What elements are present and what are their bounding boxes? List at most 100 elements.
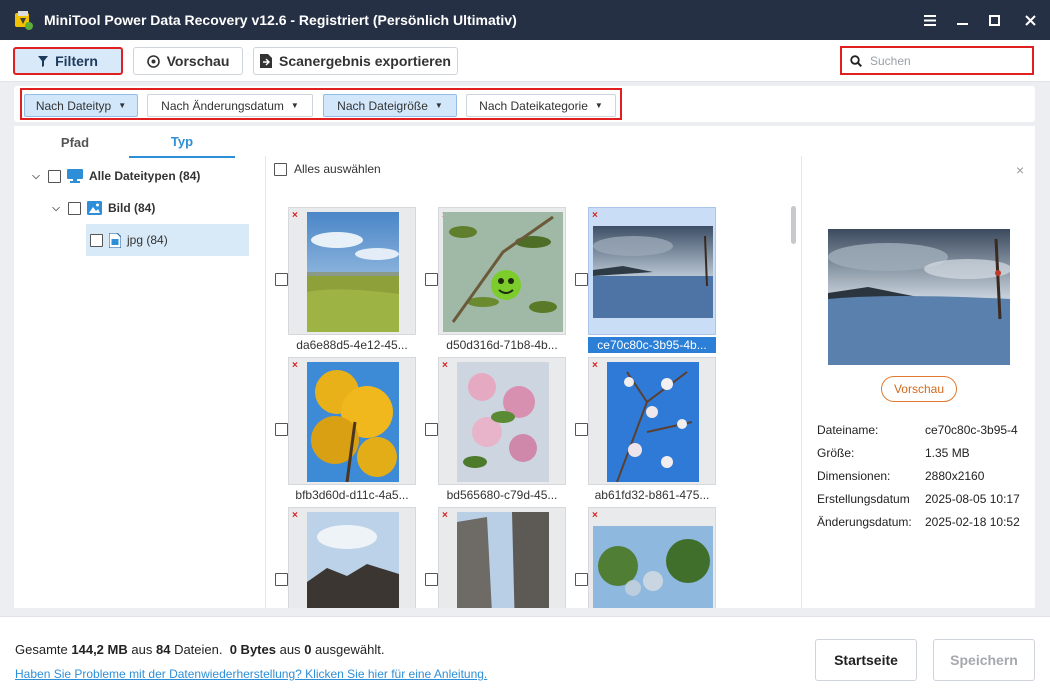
search-box[interactable] [840, 46, 1034, 75]
file-thumbnail[interactable]: × bfb3d60d-d11c-4a5... [288, 357, 416, 503]
file-checkbox[interactable] [275, 423, 288, 436]
home-button[interactable]: Startseite [815, 639, 917, 681]
info-row-filename: Dateiname: ce70c80c-3b95-4 [817, 423, 1037, 439]
eye-icon [146, 54, 160, 68]
summary-suffix: ausgewählt. [315, 642, 385, 657]
close-preview-icon[interactable]: × [1016, 162, 1024, 178]
file-thumbnail[interactable]: × da6e88d5-4e12-45... [288, 207, 416, 353]
filter-by-type-dropdown[interactable]: Nach Dateityp ▼ [24, 94, 138, 117]
title-bar: MiniTool Power Data Recovery v12.6 - Reg… [0, 0, 1050, 40]
file-thumbnail[interactable]: × bd565680-c79d-45... [438, 357, 566, 503]
tree-item-all-types[interactable]: ⌵ Alle Dateitypen (84) [30, 160, 260, 192]
summary-mid: aus [131, 642, 153, 657]
chevron-down-icon: ▼ [290, 101, 299, 110]
tab-path[interactable]: Pfad [22, 126, 128, 158]
maximize-button[interactable] [978, 0, 1010, 40]
info-label: Änderungsdatum: [817, 515, 912, 529]
preview-button[interactable]: Vorschau [133, 47, 243, 75]
main-panel: Pfad Typ ⌵ Alle Dateitypen (84) ⌵ Bild (… [14, 126, 1035, 608]
filter-button-label: Filtern [55, 53, 98, 69]
select-all-checkbox[interactable] [274, 162, 287, 176]
search-icon [850, 54, 862, 67]
file-name: da6e88d5-4e12-45... [296, 338, 408, 352]
help-link[interactable]: Haben Sie Probleme mit der Datenwiederhe… [15, 667, 487, 681]
thumbnail-frame: × [588, 207, 716, 335]
footer: Gesamte 144,2 MB aus 84 Dateien. 0 Bytes… [0, 616, 1050, 700]
close-button[interactable] [1010, 0, 1050, 40]
info-row-created: Erstellungsdatum 2025-08-05 10:17 [817, 492, 1037, 508]
chevron-down-icon[interactable]: ⌵ [30, 171, 42, 182]
file-icon [109, 232, 121, 248]
thumbnail-frame: × [438, 357, 566, 485]
filter-by-modified-label: Nach Änderungsdatum [161, 98, 284, 113]
file-thumbnail[interactable]: × [588, 507, 716, 608]
search-input[interactable] [870, 53, 1030, 68]
minimize-icon [956, 22, 968, 25]
checkbox[interactable] [48, 169, 61, 183]
tab-type[interactable]: Typ [129, 126, 235, 158]
divider [801, 156, 802, 608]
info-value: 2025-02-18 10:52 [925, 515, 1020, 529]
file-checkbox[interactable] [575, 273, 588, 286]
summary-text: Gesamte 144,2 MB aus 84 Dateien. 0 Bytes… [15, 642, 384, 657]
file-name: bd565680-c79d-45... [446, 488, 558, 502]
filter-button[interactable]: Filtern [13, 47, 123, 75]
summary-files: Dateien. [174, 642, 223, 657]
photo-lake [593, 226, 713, 318]
grid-scrollbar[interactable] [791, 206, 796, 244]
thumbnail-frame: × [288, 207, 416, 335]
file-thumbnail[interactable]: × d50d316d-71b8-4b... [438, 207, 566, 353]
chevron-down-icon: ▼ [434, 101, 443, 110]
filter-by-modified-dropdown[interactable]: Nach Änderungsdatum ▼ [147, 94, 313, 117]
photo-blossoms [457, 362, 549, 482]
file-thumbnail[interactable]: × ab61fd32-b861-475... [588, 357, 716, 503]
filter-by-category-dropdown[interactable]: Nach Dateikategorie ▼ [466, 94, 616, 117]
file-checkbox[interactable] [575, 573, 588, 586]
preview-action-button[interactable]: Vorschau [881, 376, 957, 402]
deleted-mark-icon: × [292, 210, 298, 221]
menu-button[interactable] [914, 0, 946, 40]
checkbox[interactable] [68, 201, 81, 215]
file-thumbnail[interactable]: × [438, 507, 566, 608]
chevron-down-icon: ▼ [118, 101, 127, 110]
total-files: 84 [155, 642, 171, 657]
app-logo-icon [15, 11, 33, 30]
thumbnail-frame: × [288, 357, 416, 485]
export-button-label: Scanergebnis exportieren [279, 53, 451, 69]
filter-by-size-label: Nach Dateigröße [337, 98, 428, 113]
minimize-button[interactable] [946, 0, 978, 40]
filter-by-size-dropdown[interactable]: Nach Dateigröße ▼ [323, 94, 457, 117]
tree-item-image[interactable]: ⌵ Bild (84) [50, 192, 260, 224]
select-all-row[interactable]: Alles auswählen [274, 162, 381, 176]
file-checkbox[interactable] [425, 423, 438, 436]
info-row-size: Größe: 1.35 MB [817, 446, 1037, 462]
total-size: 144,2 MB [71, 642, 128, 657]
filter-bar: Nach Dateityp ▼ Nach Änderungsdatum ▼ Na… [14, 86, 1035, 122]
file-thumbnail-selected[interactable]: × ce70c80c-3b95-4b... [588, 207, 716, 353]
checkbox[interactable] [90, 233, 103, 247]
file-checkbox[interactable] [425, 573, 438, 586]
view-tabs: Pfad Typ [14, 126, 264, 158]
photo-rocks [457, 512, 549, 608]
maximize-icon [988, 14, 1000, 26]
file-thumbnail[interactable]: × [288, 507, 416, 608]
thumbnail-frame: × [438, 507, 566, 608]
info-row-dimensions: Dimensionen: 2880x2160 [817, 469, 1037, 485]
preview-button-label: Vorschau [166, 53, 230, 69]
file-checkbox[interactable] [425, 273, 438, 286]
file-checkbox[interactable] [575, 423, 588, 436]
tree-label-jpg: jpg (84) [127, 233, 168, 247]
photo-field [307, 212, 399, 332]
save-button[interactable]: Speichern [933, 639, 1035, 681]
info-label: Erstellungsdatum [817, 492, 910, 506]
file-name: ab61fd32-b861-475... [594, 488, 710, 502]
chevron-down-icon[interactable]: ⌵ [50, 203, 62, 214]
export-scan-button[interactable]: Scanergebnis exportieren [253, 47, 458, 75]
photo-yellow-tree [307, 362, 399, 482]
file-checkbox[interactable] [275, 273, 288, 286]
info-value: 2880x2160 [925, 469, 985, 483]
file-checkbox[interactable] [275, 573, 288, 586]
close-icon [1024, 14, 1036, 26]
tree-item-jpg[interactable]: jpg (84) [86, 224, 249, 256]
info-value: 1.35 MB [925, 446, 970, 460]
